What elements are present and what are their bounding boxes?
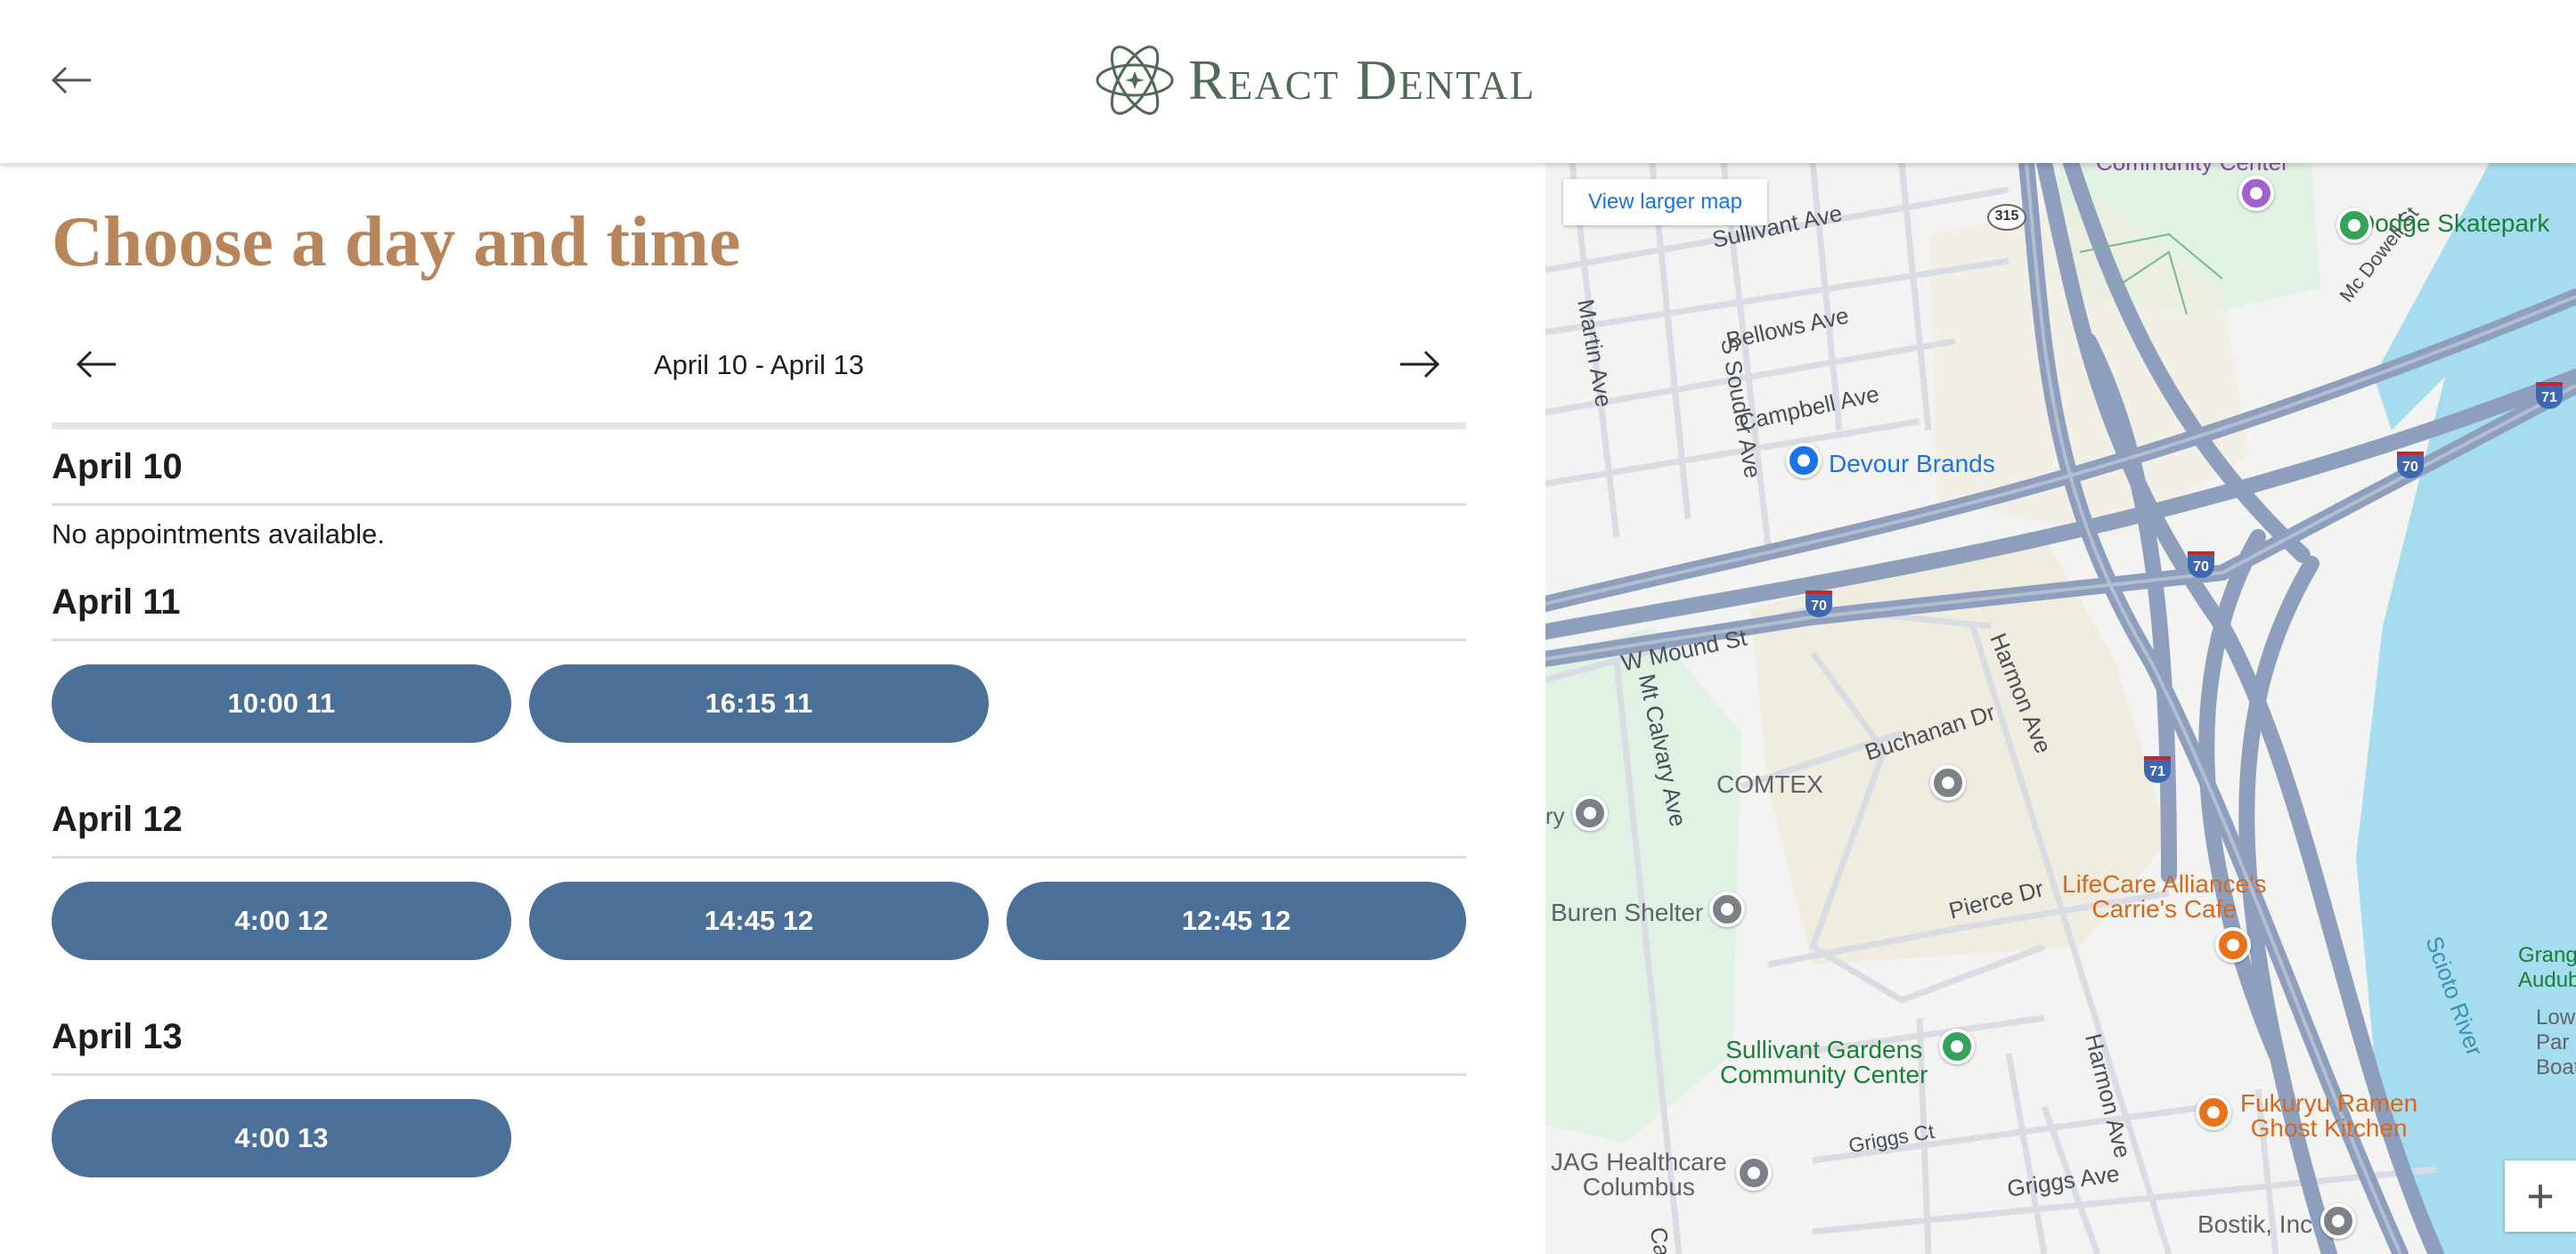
interstate-shield-70: 70: [1806, 590, 1832, 617]
time-slot-list: 4:00 12 14:45 12 12:45 12: [52, 882, 1466, 960]
park-pin-icon[interactable]: [2336, 208, 2372, 243]
interstate-shield-71: 71: [2536, 382, 2563, 409]
page-title: Choose a day and time: [52, 203, 741, 281]
poi-label-line: Boat: [2536, 1055, 2576, 1079]
app-header: React Dental: [0, 0, 2576, 163]
poi-label[interactable]: LifeCare Alliance's Carrie's Cafe: [2062, 872, 2266, 922]
poi-label-line: Ghost Kitchen: [2250, 1114, 2408, 1142]
poi-label[interactable]: COMTEX: [1716, 770, 1823, 799]
day-title: April 13: [52, 1009, 1466, 1076]
next-week-arrow-icon[interactable]: [1397, 346, 1443, 383]
interstate-shield-71: 71: [2144, 756, 2171, 783]
back-arrow-icon[interactable]: [46, 59, 96, 102]
poi-label[interactable]: Lowe Par Boat: [2536, 1006, 2576, 1080]
poi-label[interactable]: Buren Shelter: [1551, 899, 1703, 927]
scheduler-panel: Choose a day and time April 10 - April 1…: [0, 163, 1545, 1254]
day-title: April 12: [52, 792, 1466, 859]
zoom-in-button[interactable]: +: [2505, 1160, 2576, 1232]
day-section: April 10 No appointments available.: [52, 439, 1466, 550]
park-pin-icon[interactable]: [1939, 1029, 1975, 1064]
shopping-pin-icon[interactable]: [1786, 443, 1822, 478]
day-section: April 13 4:00 13: [52, 1009, 1466, 1177]
poi-label-line: Columbus: [1582, 1173, 1695, 1201]
time-slot-button[interactable]: 10:00 11: [52, 664, 511, 743]
brand-name: React Dental: [1188, 48, 1537, 111]
poi-label[interactable]: Dodge Skatepark: [2357, 211, 2549, 236]
week-range: April 10 - April 13: [653, 349, 865, 380]
poi-label[interactable]: Fukuryu Ramen Ghost Kitchen: [2240, 1091, 2417, 1141]
map-canvas: [1545, 163, 2576, 1254]
poi-label-line: Carrie's Cafe: [2091, 895, 2237, 923]
day-title: April 11: [52, 574, 1466, 641]
week-navigation: April 10 - April 13: [52, 328, 1466, 429]
poi-label-line: Sullivant Gardens: [1725, 1036, 1923, 1063]
time-slot-button[interactable]: 14:45 12: [529, 882, 989, 960]
brand[interactable]: React Dental: [1094, 36, 1536, 125]
time-slot-list: 10:00 11 16:15 11: [52, 664, 1466, 743]
place-pin-icon[interactable]: [1736, 1155, 1772, 1191]
time-slot-button[interactable]: 4:00 12: [52, 882, 511, 960]
time-slot-button[interactable]: 16:15 11: [529, 664, 989, 743]
poi-label[interactable]: Devour Brands: [1829, 450, 1995, 478]
route-shield-315: 315: [1987, 204, 2026, 231]
poi-label[interactable]: Grange In Audubon: [2518, 943, 2576, 993]
poi-label[interactable]: JAG Healthcare Columbus: [1551, 1150, 1727, 1200]
time-slot-button[interactable]: 4:00 13: [52, 1099, 511, 1177]
poi-label[interactable]: Sullivant Gardens Community Center: [1720, 1038, 1928, 1087]
poi-label-line: LifeCare Alliance's: [2062, 870, 2267, 898]
day-title: April 10: [52, 439, 1466, 506]
poi-label: ry: [1545, 802, 1565, 829]
day-section: April 12 4:00 12 14:45 12 12:45 12: [52, 792, 1466, 960]
poi-label-line: Par: [2536, 1030, 2570, 1054]
place-pin-icon[interactable]: [1709, 892, 1745, 927]
atom-logo-icon: [1096, 45, 1174, 115]
street-label: Ca: [1644, 1225, 1676, 1254]
time-slot-button[interactable]: 12:45 12: [1007, 882, 1466, 960]
poi-label-line: Community Center: [1720, 1061, 1928, 1088]
no-appointments-message: No appointments available.: [52, 518, 385, 550]
poi-label-line: Fukuryu Ramen: [2240, 1089, 2418, 1117]
poi-label[interactable]: Bostik, Inc: [2197, 1210, 2312, 1239]
poi-label-line: Lowe: [2536, 1006, 2576, 1030]
interstate-shield-70: 70: [2397, 452, 2424, 478]
restaurant-pin-icon[interactable]: [2196, 1095, 2231, 1130]
place-pin-icon[interactable]: [1930, 765, 1966, 801]
community-center-pin-icon[interactable]: [2238, 175, 2274, 211]
interstate-shield-70: 70: [2188, 551, 2214, 578]
place-pin-icon[interactable]: [2320, 1203, 2356, 1239]
view-larger-map-link[interactable]: View larger map: [1563, 179, 1767, 225]
cafe-pin-icon[interactable]: [2215, 927, 2251, 963]
day-section: April 11 10:00 11 16:15 11: [52, 574, 1466, 743]
location-map[interactable]: 315 71 70 70 70 71 Sullivant Ave Bellows…: [1545, 163, 2576, 1254]
time-slot-list: 4:00 13: [52, 1099, 1466, 1177]
poi-label[interactable]: Community Center: [2096, 163, 2289, 176]
poi-label-line: Grange In: [2518, 943, 2576, 967]
poi-label-line: Audubon: [2518, 968, 2576, 992]
poi-label-line: JAG Healthcare: [1551, 1148, 1727, 1176]
place-pin-icon[interactable]: [1572, 795, 1608, 831]
